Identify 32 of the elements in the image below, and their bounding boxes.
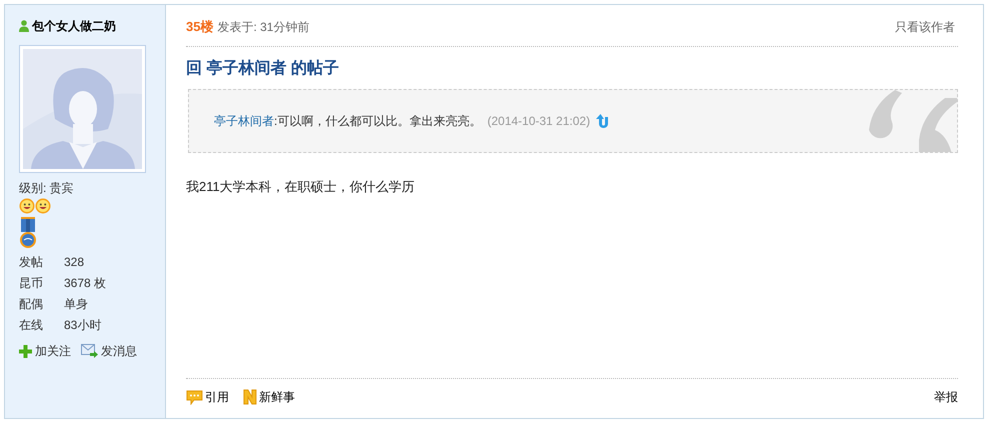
post-body: 我211大学本科，在职硕士，你什么学历 [186, 178, 416, 196]
author-name[interactable]: 包个女人做二奶 [32, 17, 116, 35]
medal-icon [19, 217, 37, 249]
stat-label: 发帖 [19, 254, 44, 271]
stat-value: 3678 枚 [64, 275, 106, 292]
message-link[interactable]: 发消息 [81, 342, 137, 360]
post-time: 发表于: 31分钟前 [217, 18, 310, 36]
stat-label: 在线 [19, 317, 44, 334]
smiley-icon [19, 198, 35, 214]
quote-time: (2014-10-31 21:02) [487, 112, 590, 130]
quote-text: 亭子林间者:可以啊，什么都可以比。拿出来亮亮。 [214, 112, 482, 130]
stat-value: 单身 [64, 296, 88, 313]
quoted-user-link[interactable]: 亭子林间者 [214, 114, 274, 128]
plus-icon [19, 344, 32, 358]
report-link[interactable]: 举报 [934, 388, 958, 406]
speech-bubble-icon [186, 390, 203, 404]
user-icon [19, 20, 29, 32]
stat-value: 83小时 [64, 317, 102, 334]
stat-label: 配偶 [19, 296, 44, 313]
stat-value: 328 [64, 254, 84, 271]
letter-n-icon [243, 389, 257, 405]
floor-number: 35楼 [186, 18, 214, 36]
news-link[interactable]: 新鲜事 [243, 388, 295, 406]
post-title: 回 亭子林间者 的帖子 [186, 58, 340, 78]
smiley-icon [35, 198, 51, 214]
follow-link[interactable]: 加关注 [19, 342, 71, 360]
author-only-link[interactable]: 只看该作者 [895, 18, 955, 36]
level-value: 贵宾 [49, 180, 74, 197]
envelope-icon [81, 344, 98, 358]
quote-reply-link[interactable]: 引用 [186, 388, 229, 406]
level-label: 级别: [19, 180, 46, 197]
stat-label: 昆币 [19, 275, 44, 292]
